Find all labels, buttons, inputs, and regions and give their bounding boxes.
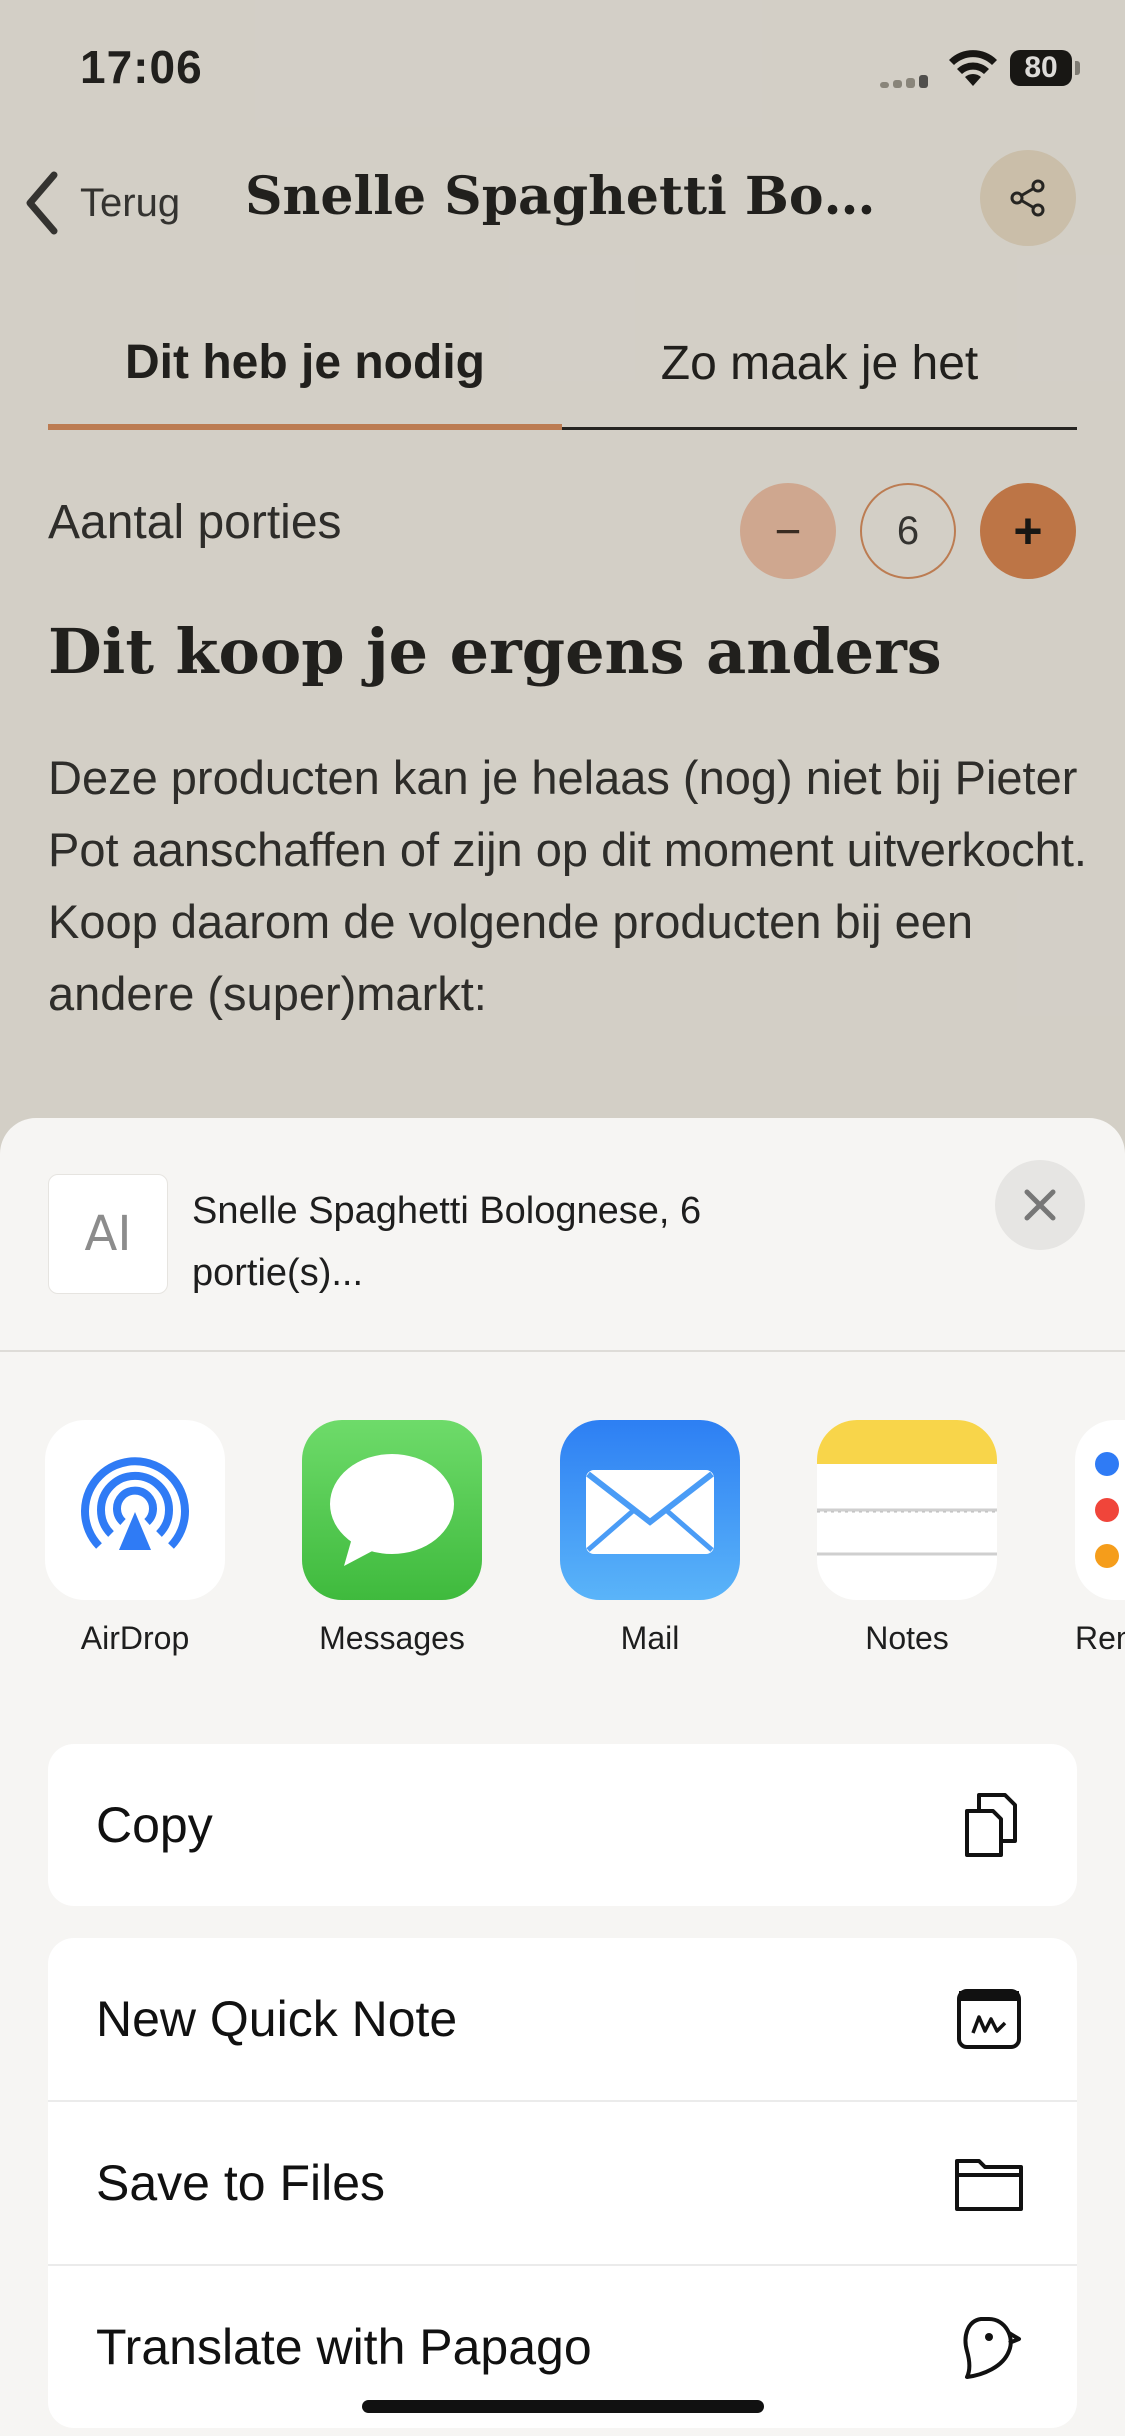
share-app-label: AirDrop xyxy=(80,1620,190,1656)
section-body: Deze producten kan je helaas (nog) niet … xyxy=(48,751,1087,1020)
share-app-label: Reminders xyxy=(1075,1620,1125,1656)
action-label: Translate with Papago xyxy=(96,2319,592,2375)
portions-value: 6 xyxy=(860,483,956,579)
share-sheet: AI Snelle Spaghetti Bolognese, 6 portie(… xyxy=(0,1118,1125,2436)
status-bar: 17:06 80 xyxy=(0,0,1125,130)
action-label: Copy xyxy=(96,1797,213,1853)
share-apps-row: AirDrop Messages Mail Notes Re xyxy=(0,1420,1125,1660)
mail-icon xyxy=(560,1420,740,1600)
close-icon xyxy=(1024,1189,1056,1221)
action-new-quick-note[interactable]: New Quick Note xyxy=(48,1938,1077,2100)
messages-icon xyxy=(302,1420,482,1600)
portions-label: Aantal porties xyxy=(48,496,342,549)
back-label: Terug xyxy=(80,180,181,225)
folder-icon xyxy=(955,2159,1023,2211)
share-icon xyxy=(1010,179,1045,217)
tab-ingredients[interactable]: Dit heb je nodig xyxy=(48,300,562,430)
share-app-mail[interactable]: Mail xyxy=(560,1420,760,1656)
share-app-label: Mail xyxy=(620,1620,680,1656)
reminders-icon xyxy=(1075,1420,1125,1600)
share-preview-title: Snelle Spaghetti Bolognese, 6 portie(s).… xyxy=(192,1190,702,1294)
airdrop-icon xyxy=(45,1420,225,1600)
decrease-portions-button[interactable]: − xyxy=(740,483,836,579)
share-app-airdrop[interactable]: AirDrop xyxy=(45,1420,245,1656)
quick-note-icon xyxy=(957,1989,1021,2049)
navigation-bar: Terug Snelle Spaghetti Bologn… xyxy=(0,140,1125,260)
page-title: Snelle Spaghetti Bologn… xyxy=(245,166,885,227)
section-title: Dit koop je ergens anders xyxy=(48,615,942,688)
share-app-notes[interactable]: Notes xyxy=(817,1420,1017,1656)
increase-portions-button[interactable]: + xyxy=(980,483,1076,579)
action-group-copy: Copy xyxy=(48,1744,1077,1906)
status-time: 17:06 xyxy=(80,41,203,93)
share-app-messages[interactable]: Messages xyxy=(302,1420,502,1656)
text-document-icon: AI xyxy=(48,1174,168,1294)
notes-icon xyxy=(817,1420,997,1600)
action-group-main: New Quick Note Save to Files Translate w… xyxy=(48,1938,1077,2428)
papago-icon xyxy=(963,2317,1021,2379)
share-app-reminders[interactable]: Reminders xyxy=(1075,1420,1125,1656)
action-save-to-files[interactable]: Save to Files xyxy=(48,2100,1077,2264)
action-label: Save to Files xyxy=(96,2155,386,2211)
chevron-left-icon xyxy=(26,171,58,235)
tab-bar: Dit heb je nodig Zo maak je het xyxy=(48,300,1077,430)
back-button[interactable]: Terug xyxy=(22,168,180,238)
close-button[interactable] xyxy=(995,1160,1085,1250)
copy-icon xyxy=(965,1793,1017,1857)
share-app-label: Messages xyxy=(319,1620,465,1656)
home-indicator xyxy=(362,2400,764,2413)
wifi-icon xyxy=(949,50,997,86)
battery-icon: 80 xyxy=(1010,50,1080,86)
action-copy[interactable]: Copy xyxy=(48,1744,1077,1906)
preview-glyph: AI xyxy=(84,1206,132,1262)
share-sheet-header: AI Snelle Spaghetti Bolognese, 6 portie(… xyxy=(0,1118,1125,1352)
cellular-signal-icon xyxy=(880,74,932,88)
tab-instructions[interactable]: Zo maak je het xyxy=(562,300,1077,430)
action-label: New Quick Note xyxy=(96,1991,458,2047)
share-app-label: Notes xyxy=(865,1620,949,1656)
share-button[interactable] xyxy=(980,150,1076,246)
